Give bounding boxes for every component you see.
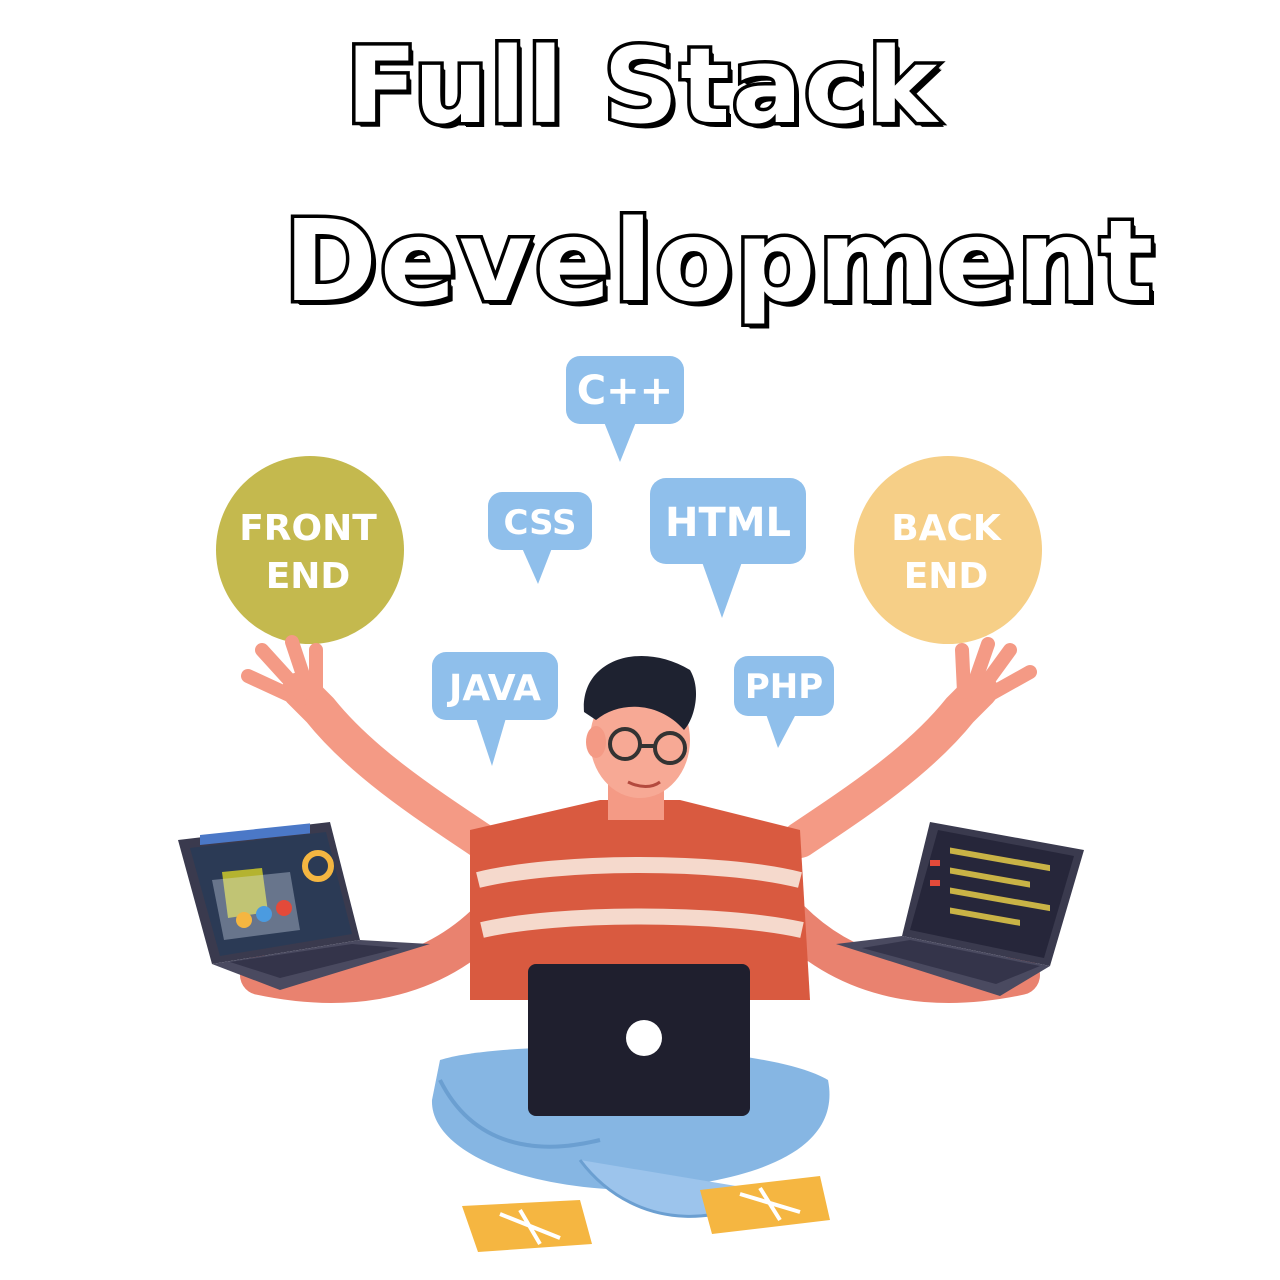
- front-end-label-2: END: [266, 556, 351, 597]
- php-bubble: PHP: [734, 656, 834, 748]
- java-label: JAVA: [446, 668, 541, 709]
- php-label: PHP: [745, 667, 823, 707]
- back-end-circle: BACK END: [854, 456, 1042, 644]
- back-end-label-2: END: [904, 556, 989, 597]
- front-end-circle: FRONT END: [216, 456, 404, 644]
- front-end-label-1: FRONT: [239, 508, 377, 549]
- head: [583, 655, 697, 798]
- html-bubble: HTML: [650, 478, 806, 618]
- html-label: HTML: [665, 500, 791, 546]
- css-bubble: CSS: [488, 492, 592, 584]
- center-laptop: [528, 964, 750, 1116]
- front-end-circle-shape: [216, 456, 404, 644]
- java-bubble: JAVA: [432, 652, 558, 766]
- back-end-label-1: BACK: [891, 508, 1002, 549]
- full-stack-illustration: FRONT END BACK END C++ CSS HTML JAVA PHP: [178, 356, 1084, 1252]
- css-label: CSS: [503, 503, 576, 543]
- laptop-logo: [626, 1020, 662, 1056]
- back-end-circle-shape: [854, 456, 1042, 644]
- page: Full Stack Development FRONT END BACK EN…: [0, 0, 1280, 1280]
- cpp-label: C++: [577, 368, 673, 414]
- cpp-bubble: C++: [566, 356, 684, 462]
